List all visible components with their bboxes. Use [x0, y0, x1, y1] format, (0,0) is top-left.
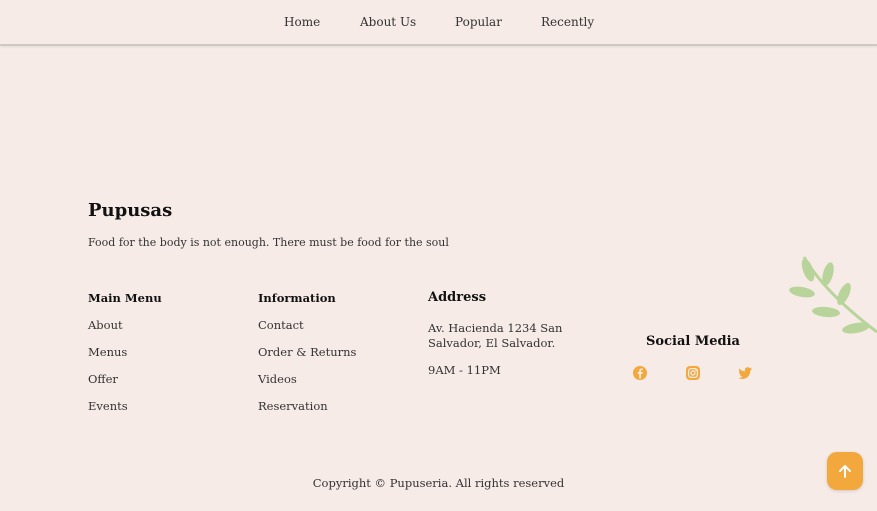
leaf-decoration	[789, 256, 877, 334]
opening-hours: 9AM - 11PM	[428, 363, 501, 377]
address-title: Address	[428, 290, 487, 305]
main-menu-link-events[interactable]: Events	[88, 399, 128, 413]
address-text: Av. Hacienda 1234 San Salvador, El Salva…	[428, 321, 563, 350]
footer-tagline: Food for the body is not enough. There m…	[88, 236, 449, 249]
information-link-reservation[interactable]: Reservation	[258, 399, 328, 413]
social-media-title: Social Media	[646, 334, 740, 349]
information-link-contact[interactable]: Contact	[258, 318, 304, 332]
nav-about-us[interactable]: About Us	[360, 15, 416, 29]
main-menu-title: Main Menu	[88, 291, 162, 305]
scroll-to-top-button[interactable]	[827, 452, 863, 490]
main-menu-link-offer[interactable]: Offer	[88, 372, 118, 386]
instagram-icon[interactable]	[685, 365, 701, 381]
top-nav: Home About Us Popular Recently	[0, 0, 877, 46]
information-link-order-returns[interactable]: Order & Returns	[258, 345, 356, 359]
main-menu-link-menus[interactable]: Menus	[88, 345, 127, 359]
footer-brand: Pupusas	[88, 200, 173, 221]
nav-home[interactable]: Home	[284, 15, 320, 29]
arrow-up-icon	[839, 465, 851, 478]
information-link-videos[interactable]: Videos	[258, 372, 297, 386]
copyright-text: Copyright © Pupuseria. All rights reserv…	[312, 476, 565, 490]
facebook-icon[interactable]	[632, 365, 648, 381]
nav-recently[interactable]: Recently	[541, 15, 594, 29]
nav-popular[interactable]: Popular	[455, 15, 502, 29]
information-title: Information	[258, 291, 336, 305]
twitter-icon[interactable]	[737, 365, 753, 381]
main-menu-link-about[interactable]: About	[88, 318, 123, 332]
